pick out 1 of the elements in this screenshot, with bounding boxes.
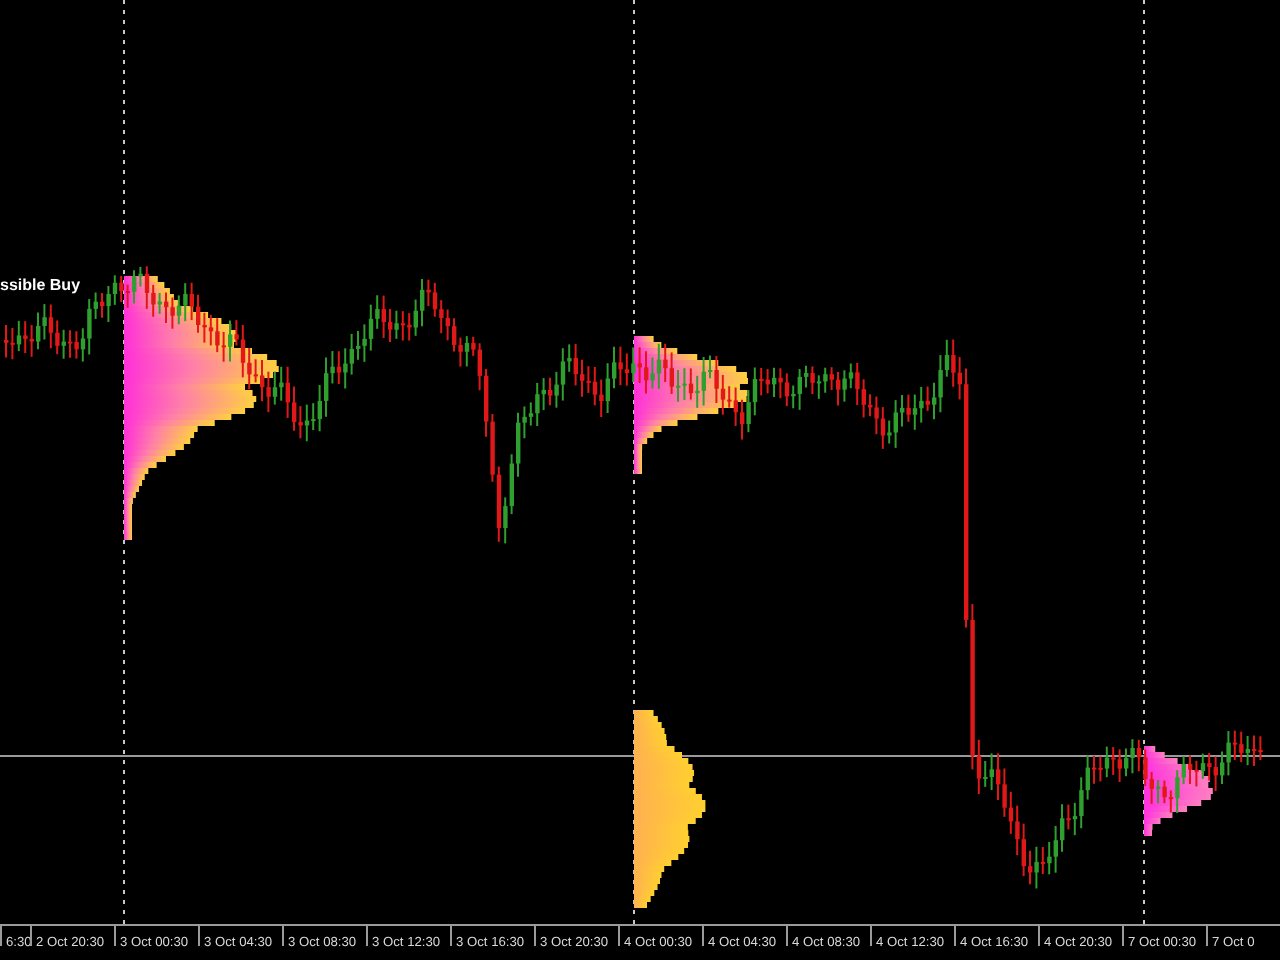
signal-label: ssible Buy <box>0 276 81 294</box>
